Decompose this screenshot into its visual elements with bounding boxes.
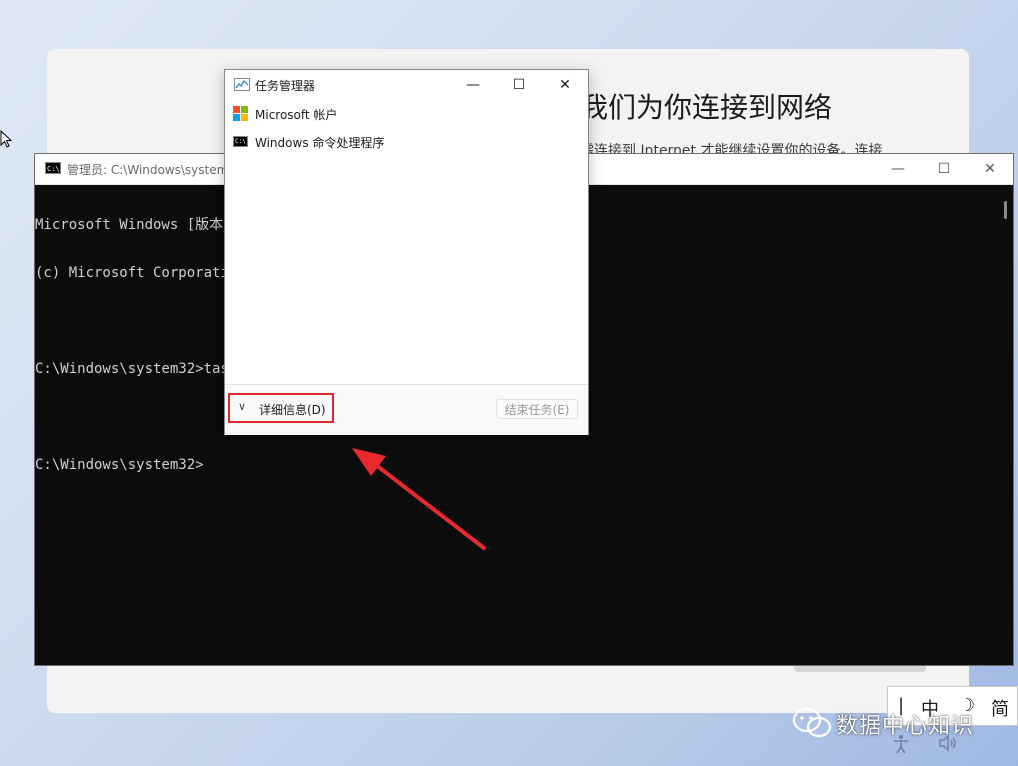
- task-manager-close-button[interactable]: ✕: [542, 70, 588, 100]
- task-manager-maximize-button[interactable]: ☐: [496, 70, 542, 100]
- task-manager-titlebar[interactable]: 任务管理器 — ☐ ✕: [225, 70, 588, 100]
- task-item-windows-command-processor[interactable]: C:\ Windows 命令处理程序: [231, 129, 581, 155]
- accessibility-icon[interactable]: [892, 734, 910, 754]
- task-manager-minimize-button[interactable]: —: [450, 70, 496, 100]
- more-details-label: 详细信息(D): [259, 403, 326, 417]
- mouse-cursor-icon: [0, 130, 12, 148]
- cmd-icon: C:\: [233, 136, 248, 147]
- task-manager-icon: [234, 78, 250, 91]
- more-details-button[interactable]: ∨ 详细信息(D): [228, 393, 334, 423]
- cmd-window-title: 管理员: C:\Windows\system32: [67, 163, 244, 177]
- cmd-close-button[interactable]: ✕: [967, 154, 1013, 184]
- chevron-down-icon: ∨: [238, 400, 247, 413]
- task-manager-window[interactable]: 任务管理器 — ☐ ✕ Microsoft 帐户 C:\ Windows 命令处…: [224, 69, 589, 435]
- task-item-microsoft-account[interactable]: Microsoft 帐户: [231, 101, 581, 127]
- cmd-scrollbar-thumb[interactable]: [1004, 201, 1007, 219]
- microsoft-logo-icon: [233, 106, 249, 122]
- end-task-button[interactable]: 结束任务(E): [496, 399, 578, 419]
- oobe-title: 我们为你连接到网络: [580, 91, 833, 124]
- cmd-maximize-button[interactable]: ☐: [921, 154, 967, 184]
- task-item-label: Windows 命令处理程序: [255, 136, 385, 150]
- wechat-icon: [792, 707, 832, 738]
- cmd-minimize-button[interactable]: —: [875, 154, 921, 184]
- volume-icon[interactable]: [938, 734, 958, 752]
- cmd-prompt-line: C:\Windows\system32>: [35, 457, 204, 473]
- cmd-icon: C:\: [45, 162, 61, 174]
- task-item-label: Microsoft 帐户: [255, 108, 338, 122]
- task-manager-title: 任务管理器: [255, 79, 316, 93]
- task-manager-footer: ∨ 详细信息(D) 结束任务(E): [225, 384, 588, 435]
